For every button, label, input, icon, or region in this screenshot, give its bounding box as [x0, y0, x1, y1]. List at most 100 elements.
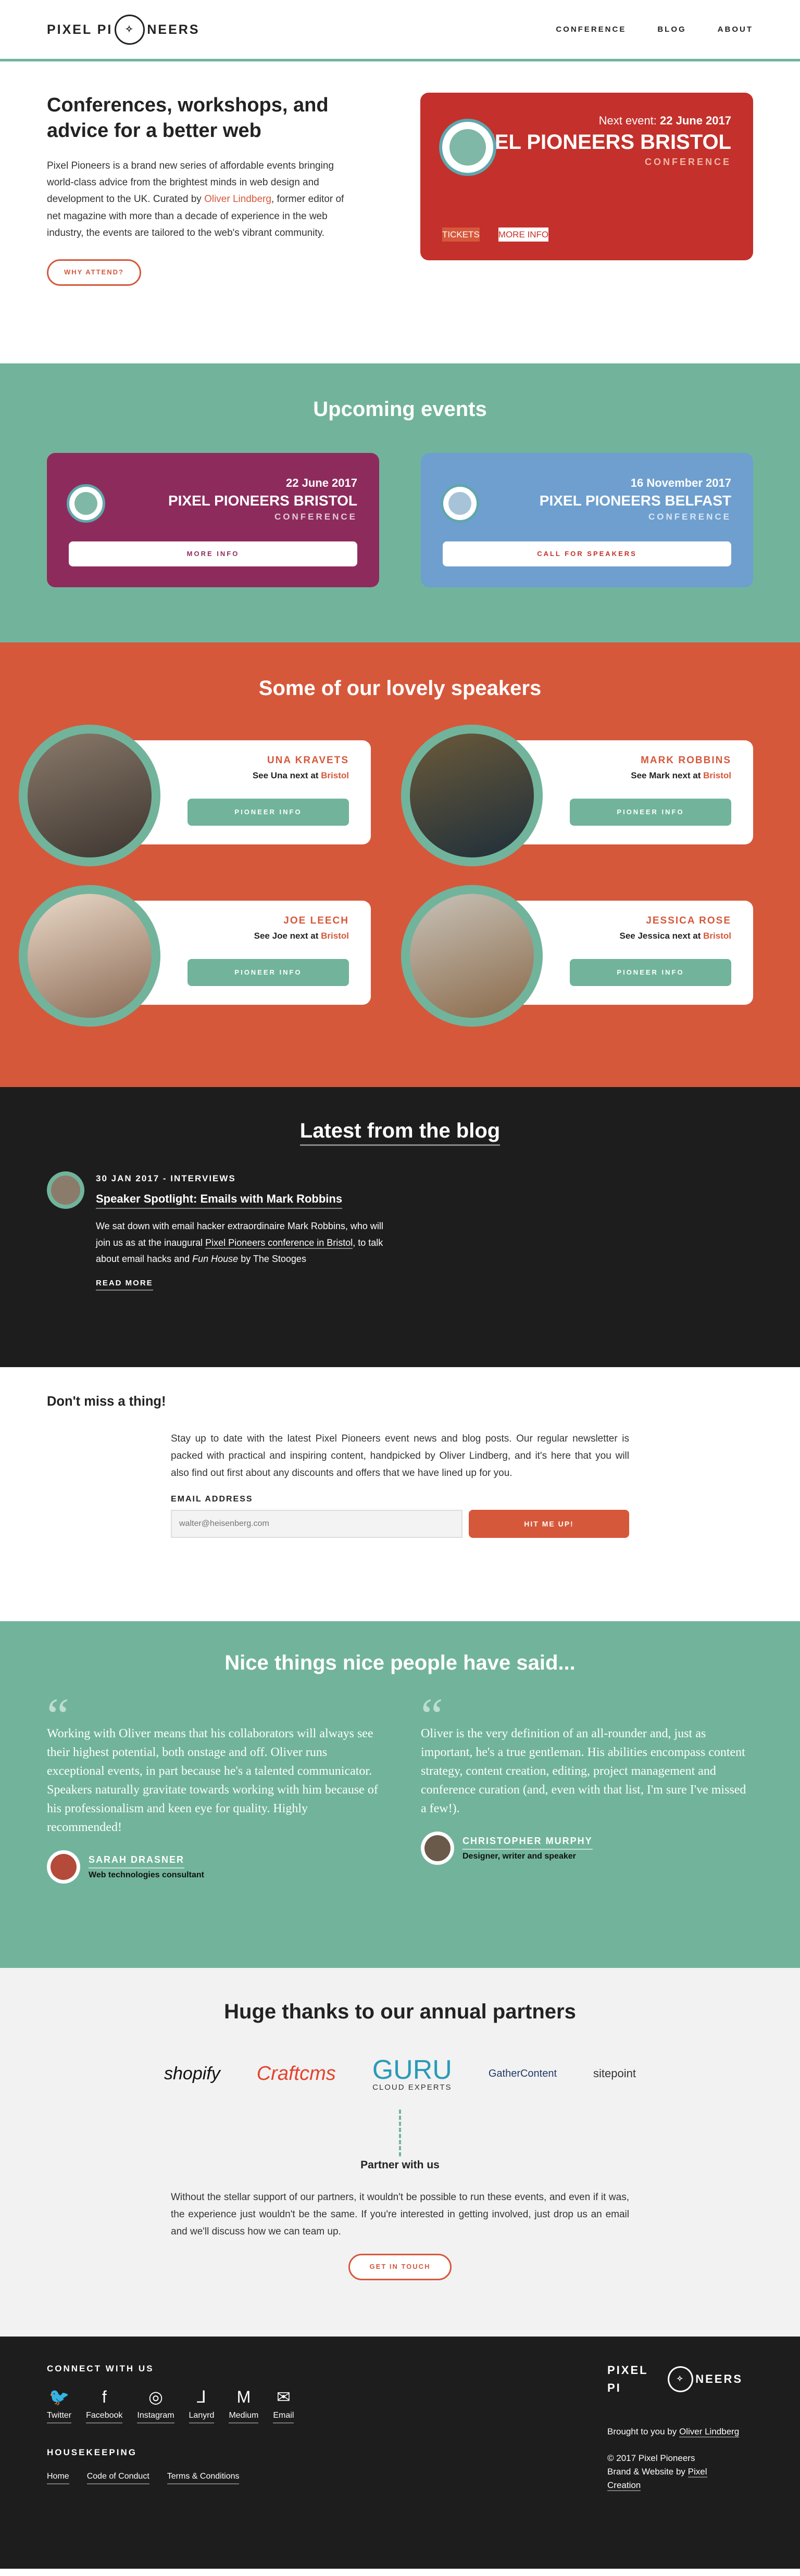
- testimonial: “ Oliver is the very definition of an al…: [421, 1688, 753, 1884]
- twitter-icon: 🐦: [48, 2388, 70, 2407]
- testimonial-text: Oliver is the very definition of an all-…: [421, 1727, 746, 1815]
- speakers-title: Some of our lovely speakers: [258, 677, 542, 700]
- testimonials-section: Nice things nice people have said... “ W…: [0, 1621, 800, 1968]
- intro-text: Pixel Pioneers is a brand new series of …: [47, 158, 359, 242]
- call-for-speakers-button[interactable]: CALL FOR SPEAKERS: [443, 541, 731, 566]
- medium-link[interactable]: M Medium: [229, 2385, 259, 2423]
- blog-title: Latest from the blog: [299, 1119, 501, 1146]
- email-icon: ✉: [276, 2388, 291, 2407]
- event-date: 16 November 2017: [630, 476, 731, 489]
- nav-conference[interactable]: CONFERENCE: [556, 23, 626, 36]
- pioneer-info-button[interactable]: PIONEER INFO: [188, 959, 349, 986]
- partner-heading: Partner with us: [360, 2159, 440, 2171]
- quote-mark-icon: “: [421, 1688, 443, 1744]
- guru-sub: CLOUD EXPERTS: [372, 2082, 452, 2092]
- read-more-link[interactable]: READ MORE: [96, 1277, 153, 1291]
- facebook-icon: f: [102, 2388, 107, 2407]
- twitter-link[interactable]: 🐦 Twitter: [47, 2385, 72, 2423]
- upcoming-events-section: Upcoming events 22 June 2017 PIXEL PIONE…: [0, 363, 800, 642]
- brought-link[interactable]: Oliver Lindberg: [679, 2427, 740, 2438]
- pioneer-info-button[interactable]: PIONEER INFO: [570, 799, 731, 826]
- event-card-belfast: 16 November 2017 PIXEL PIONEERS BELFAST …: [421, 453, 753, 587]
- footer-logo-right: NEERS: [695, 2372, 743, 2386]
- shopify-logo[interactable]: shopify: [164, 2060, 220, 2088]
- speaker-photo: [401, 885, 543, 1027]
- nav-about[interactable]: ABOUT: [718, 23, 753, 36]
- speaker-see: See Jessica next at: [619, 931, 704, 941]
- dashed-divider: [399, 2110, 401, 2156]
- next-event-date-value: 22 June 2017: [660, 114, 731, 127]
- logo-text-left: PIXEL PI: [47, 22, 113, 37]
- guru-logo[interactable]: GURU CLOUD EXPERTS: [372, 2056, 452, 2091]
- guru-text: GURU: [372, 2054, 452, 2085]
- instagram-link[interactable]: ◎ Instagram: [137, 2385, 174, 2423]
- speaker-see: See Una next at: [252, 771, 321, 781]
- nav-blog[interactable]: BLOG: [657, 23, 686, 36]
- newsletter-title: Don't miss a thing!: [47, 1394, 166, 1409]
- speaker-city-link[interactable]: Bristol: [321, 771, 349, 780]
- footer-link-home[interactable]: Home: [47, 2470, 69, 2484]
- brought-text: Brought to you by: [607, 2427, 679, 2437]
- excerpt-link[interactable]: Pixel Pioneers conference in Bristol: [205, 1237, 353, 1249]
- post-excerpt: We sat down with email hacker extraordin…: [96, 1218, 388, 1268]
- email-field[interactable]: [171, 1510, 463, 1538]
- pioneer-info-button[interactable]: PIONEER INFO: [570, 959, 731, 986]
- pioneer-info-button[interactable]: PIONEER INFO: [188, 799, 349, 826]
- instagram-icon: ◎: [148, 2388, 163, 2407]
- curator-link[interactable]: Oliver Lindberg: [204, 194, 271, 205]
- speaker-next: See Mark next at Bristol: [508, 768, 731, 782]
- newsletter-section: Don't miss a thing! Stay up to date with…: [0, 1367, 800, 1621]
- lanyrd-label: Lanyrd: [189, 2409, 215, 2423]
- footer-link-conduct[interactable]: Code of Conduct: [86, 2470, 149, 2484]
- lanyrd-link[interactable]: ⅃ Lanyrd: [189, 2385, 215, 2423]
- facebook-link[interactable]: f Facebook: [86, 2385, 123, 2423]
- site-header: PIXEL PI ✧ NEERS CONFERENCE BLOG ABOUT: [0, 0, 800, 61]
- partners-section: Huge thanks to our annual partners shopi…: [0, 1968, 800, 2337]
- event-sub: CONFERENCE: [274, 511, 357, 522]
- blog-post: 30 JAN 2017 - INTERVIEWS Speaker Spotlig…: [47, 1171, 753, 1291]
- newsletter-text: Stay up to date with the latest Pixel Pi…: [171, 1433, 629, 1479]
- event-title: PIXEL PIONEERS BELFAST: [539, 493, 731, 509]
- more-info-button[interactable]: MORE INFO: [498, 227, 549, 242]
- blog-section: Latest from the blog 30 JAN 2017 - INTER…: [0, 1087, 800, 1367]
- testimonial-role: Web technologies consultant: [89, 1870, 204, 1879]
- facebook-label: Facebook: [86, 2409, 123, 2423]
- copyright-text: © 2017 Pixel Pioneers: [607, 2453, 695, 2463]
- subscribe-button[interactable]: HIT ME UP!: [469, 1510, 629, 1538]
- compass-icon: ✧: [668, 2366, 694, 2393]
- craftcms-logo[interactable]: Craftcms: [257, 2058, 336, 2090]
- footer-link-terms[interactable]: Terms & Conditions: [167, 2470, 240, 2484]
- get-in-touch-button[interactable]: GET IN TOUCH: [348, 2254, 452, 2281]
- speaker-next: See Una next at Bristol: [126, 768, 349, 782]
- testimonial-role: Designer, writer and speaker: [463, 1851, 576, 1861]
- footer-logo[interactable]: PIXEL PI ✧ NEERS: [607, 2362, 743, 2397]
- excerpt-c: by The Stooges: [238, 1254, 306, 1265]
- speaker-name: JOE LEECH: [283, 915, 349, 926]
- speaker-name: UNA KRAVETS: [267, 755, 349, 766]
- tickets-button[interactable]: TICKETS: [442, 227, 480, 242]
- next-event-label: Next event:: [598, 114, 660, 127]
- event-more-info-button[interactable]: MORE INFO: [69, 541, 357, 566]
- speaker-photo: [19, 885, 160, 1027]
- site-footer: CONNECT WITH US 🐦 Twitter f Facebook ◎ Inst…: [0, 2337, 800, 2569]
- testimonial-author-link[interactable]: SARAH DRASNER: [89, 1852, 185, 1868]
- event-badge-icon: [439, 119, 496, 176]
- testimonial-author-link[interactable]: CHRISTOPHER MURPHY: [463, 1834, 593, 1850]
- speaker-city-link[interactable]: Bristol: [703, 931, 731, 941]
- credit-text: Brand & Website by: [607, 2466, 688, 2477]
- email-link[interactable]: ✉ Email: [273, 2385, 294, 2423]
- partners-title: Huge thanks to our annual partners: [224, 2000, 576, 2023]
- gathercontent-logo[interactable]: GatherContent: [489, 2065, 557, 2082]
- speaker-card: MARK ROBBINS See Mark next at Bristol PI…: [401, 725, 753, 866]
- site-logo[interactable]: PIXEL PI ✧ NEERS: [47, 14, 200, 45]
- speaker-card: JESSICA ROSE See Jessica next at Bristol…: [401, 885, 753, 1027]
- speaker-city-link[interactable]: Bristol: [703, 771, 731, 780]
- post-title-link[interactable]: Speaker Spotlight: Emails with Mark Robb…: [96, 1190, 343, 1209]
- avatar: [421, 1832, 454, 1865]
- intro-section: Conferences, workshops, and advice for a…: [0, 61, 800, 363]
- sitepoint-logo[interactable]: sitepoint: [593, 2064, 636, 2082]
- speaker-city-link[interactable]: Bristol: [321, 931, 349, 941]
- brought-by: Brought to you by Oliver Lindberg: [607, 2425, 743, 2439]
- why-attend-button[interactable]: WHY ATTEND?: [47, 259, 141, 286]
- speaker-next: See Jessica next at Bristol: [508, 929, 731, 943]
